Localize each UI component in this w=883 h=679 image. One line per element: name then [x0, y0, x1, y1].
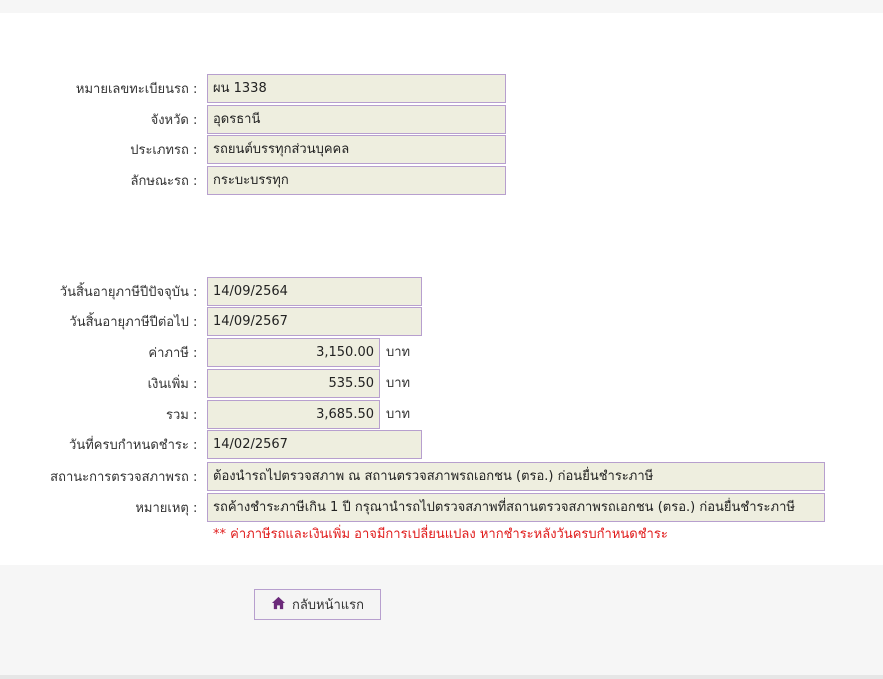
vehicle-style-row: ลักษณะรถ :: [0, 166, 201, 195]
surcharge-row: เงินเพิ่ม :: [0, 369, 201, 398]
tax-row: ค่าภาษี :: [0, 338, 201, 367]
next-expiry-row: วันสิ้นอายุภาษีปีต่อไป :: [0, 307, 201, 336]
vehicle-type-label: ประเภทรถ :: [130, 143, 198, 158]
due-date-field: 14/02/2567: [207, 430, 422, 459]
tax-label: ค่าภาษี :: [148, 346, 198, 361]
due-date-label: วันที่ครบกำหนดชำระ :: [69, 438, 198, 453]
inspection-status-field: ต้องนำรถไปตรวจสภาพ ณ สถานตรวจสภาพรถเอกชน…: [207, 462, 825, 491]
next-expiry-label: วันสิ้นอายุภาษีปีต่อไป :: [69, 315, 198, 330]
total-unit: บาท: [386, 407, 411, 422]
surcharge-amount-field: 535.50: [207, 369, 380, 398]
inspection-label: สถานะการตรวจสภาพรถ :: [50, 470, 198, 485]
total-label: รวม :: [166, 408, 198, 423]
footer-divider: [0, 675, 883, 679]
plate-field: ผน 1338: [207, 74, 506, 103]
next-expiry-field: 14/09/2567: [207, 307, 422, 336]
total-row: รวม :: [0, 400, 201, 429]
remark-row: หมายเหตุ :: [0, 493, 201, 522]
vehicle-type-field: รถยนต์บรรทุกส่วนบุคคล: [207, 135, 506, 164]
current-expiry-row: วันสิ้นอายุภาษีปีปัจจุบัน :: [0, 277, 201, 306]
plate-row: หมายเลขทะเบียนรถ :: [0, 74, 201, 103]
due-date-row: วันที่ครบกำหนดชำระ :: [0, 430, 201, 459]
footer-area: [0, 565, 883, 675]
surcharge-unit: บาท: [386, 376, 411, 391]
remark-label: หมายเหตุ :: [135, 501, 198, 516]
disclaimer-note: ** ค่าภาษีรถและเงินเพิ่ม อาจมีการเปลี่ยน…: [213, 527, 668, 542]
province-field: อุดรธานี: [207, 105, 506, 134]
surcharge-label: เงินเพิ่ม :: [147, 377, 198, 392]
home-icon: [271, 596, 286, 614]
back-to-home-label: กลับหน้าแรก: [291, 598, 365, 613]
vehicle-type-row: ประเภทรถ :: [0, 135, 201, 164]
plate-label: หมายเลขทะเบียนรถ :: [75, 82, 198, 97]
top-strip: [0, 0, 883, 13]
tax-unit: บาท: [386, 345, 411, 360]
remark-field: รถค้างชำระภาษีเกิน 1 ปี กรุณานำรถไปตรวจส…: [207, 493, 825, 522]
current-expiry-label: วันสิ้นอายุภาษีปีปัจจุบัน :: [59, 285, 198, 300]
inspection-row: สถานะการตรวจสภาพรถ :: [0, 462, 201, 491]
current-expiry-field: 14/09/2564: [207, 277, 422, 306]
province-row: จังหวัด :: [0, 105, 201, 134]
back-to-home-button[interactable]: กลับหน้าแรก: [254, 589, 381, 620]
vehicle-style-label: ลักษณะรถ :: [130, 174, 198, 189]
total-amount-field: 3,685.50: [207, 400, 380, 429]
tax-amount-field: 3,150.00: [207, 338, 380, 367]
vehicle-style-field: กระบะบรรทุก: [207, 166, 506, 195]
province-label: จังหวัด :: [150, 113, 198, 128]
